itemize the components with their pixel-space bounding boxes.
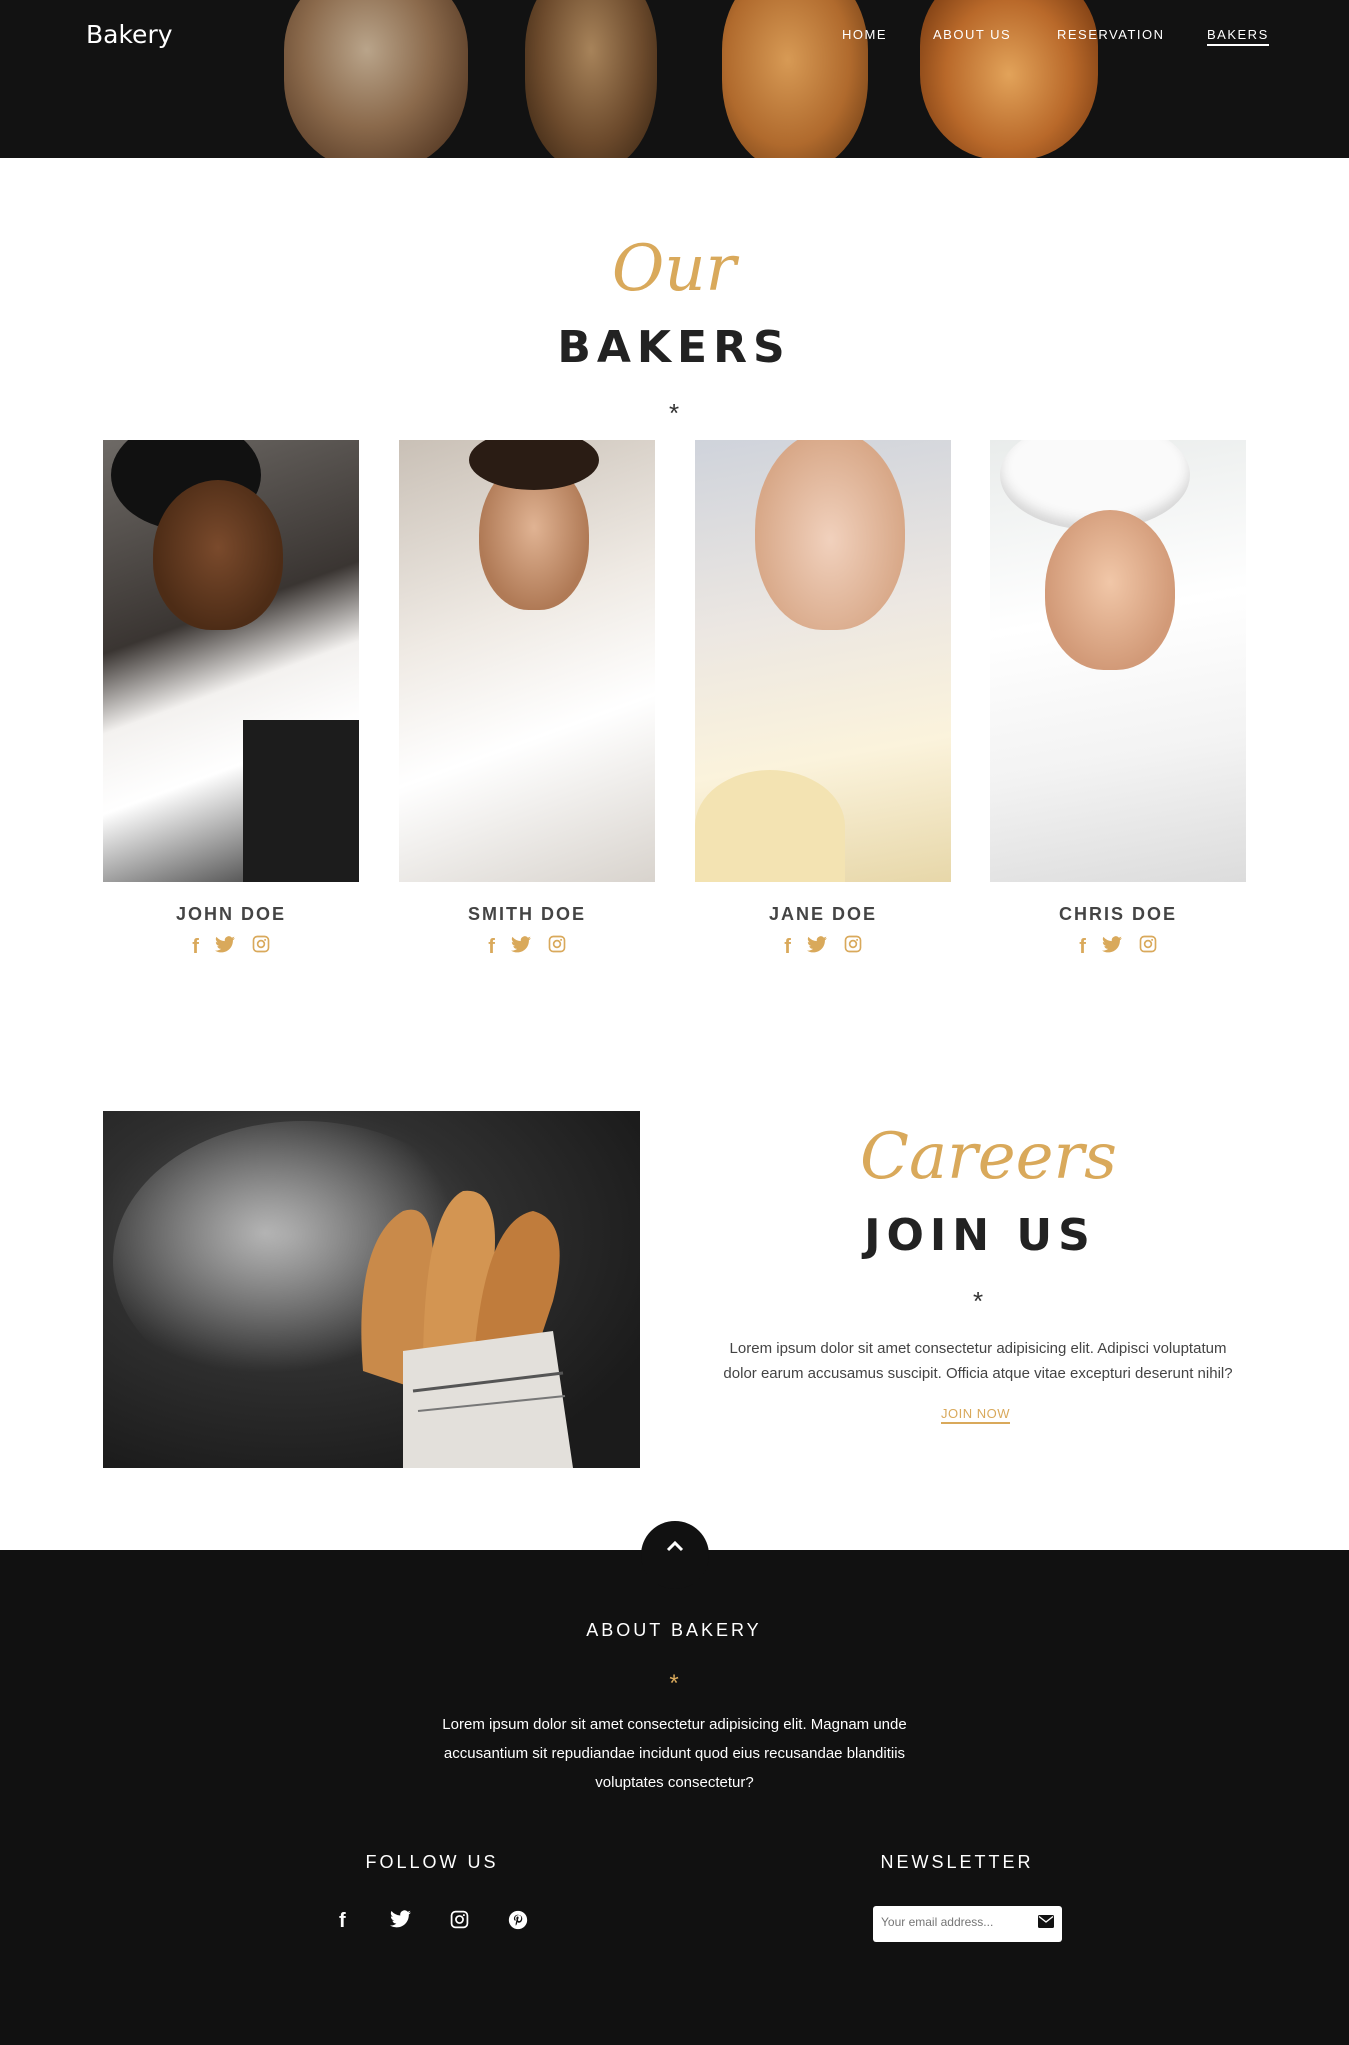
baker-card: JOHN DOE f [103,440,359,959]
baker-socials: f [695,935,951,959]
twitter-icon[interactable] [390,1910,411,1934]
baker-socials: f [399,935,655,959]
nav-about-us[interactable]: ABOUT US [933,27,1011,42]
baker-photo [399,440,655,882]
baker-photo [103,440,359,882]
twitter-icon[interactable] [807,936,828,959]
instagram-icon[interactable] [252,935,270,959]
careers-text: Lorem ipsum dolor sit amet consectetur a… [723,1340,1233,1382]
envelope-icon[interactable] [1038,1915,1054,1933]
bakers-divider: * [668,398,680,428]
baker-photo [695,440,951,882]
bread-image-2 [525,0,657,158]
twitter-icon[interactable] [1102,936,1123,959]
churros-image [103,1111,640,1468]
chevron-up-icon [666,1540,684,1552]
newsletter-email-input[interactable] [881,1915,1021,1929]
baker-socials: f [990,935,1246,959]
instagram-icon[interactable] [844,935,862,959]
header-hero: Bakery HOME ABOUT US RESERVATION BAKERS [0,0,1349,158]
careers-divider: * [972,1286,984,1316]
bread-image-1 [284,0,468,158]
facebook-icon[interactable]: f [1079,936,1086,959]
footer-about-title: ABOUT BAKERY [586,1620,762,1640]
footer-follow-title: FOLLOW US [365,1852,499,1872]
join-now-link[interactable]: JOIN NOW [941,1406,1010,1424]
baker-photo [990,440,1246,882]
baker-socials: f [103,935,359,959]
footer-divider: * [669,1670,679,1697]
bread-image-4 [920,0,1098,158]
nav-home[interactable]: HOME [842,27,887,42]
nav-reservation[interactable]: RESERVATION [1057,27,1165,42]
nav-bakers[interactable]: BAKERS [1207,27,1269,46]
baker-name: JANE DOE [768,904,878,924]
baker-name: SMITH DOE [467,904,586,924]
instagram-icon[interactable] [548,935,566,959]
facebook-icon[interactable]: f [192,936,199,959]
footer-newsletter-title: NEWSLETTER [880,1852,1034,1872]
facebook-icon[interactable]: f [488,936,495,959]
bakers-script-title: Our [611,232,737,306]
pinterest-icon[interactable] [508,1910,528,1936]
careers-script-title: Careers [860,1120,1117,1194]
newsletter-form [873,1906,1062,1942]
careers-title: JOIN US [864,1210,1096,1261]
baker-card: JANE DOE f [695,440,951,959]
bread-image-3 [722,0,868,158]
scroll-to-top-button[interactable] [641,1521,709,1589]
footer-about-text: Lorem ipsum dolor sit amet consectetur a… [442,1716,907,1791]
baker-card: CHRIS DOE f [990,440,1246,959]
bakers-title: BAKERS [557,322,791,373]
baker-card: SMITH DOE f [399,440,655,959]
instagram-icon[interactable] [450,1910,469,1935]
facebook-icon[interactable]: f [339,1910,346,1933]
baker-name: CHRIS DOE [1058,904,1177,924]
twitter-icon[interactable] [215,936,236,959]
instagram-icon[interactable] [1139,935,1157,959]
twitter-icon[interactable] [511,936,532,959]
facebook-icon[interactable]: f [784,936,791,959]
baker-name: JOHN DOE [175,904,287,924]
site-logo[interactable]: Bakery [86,20,173,49]
